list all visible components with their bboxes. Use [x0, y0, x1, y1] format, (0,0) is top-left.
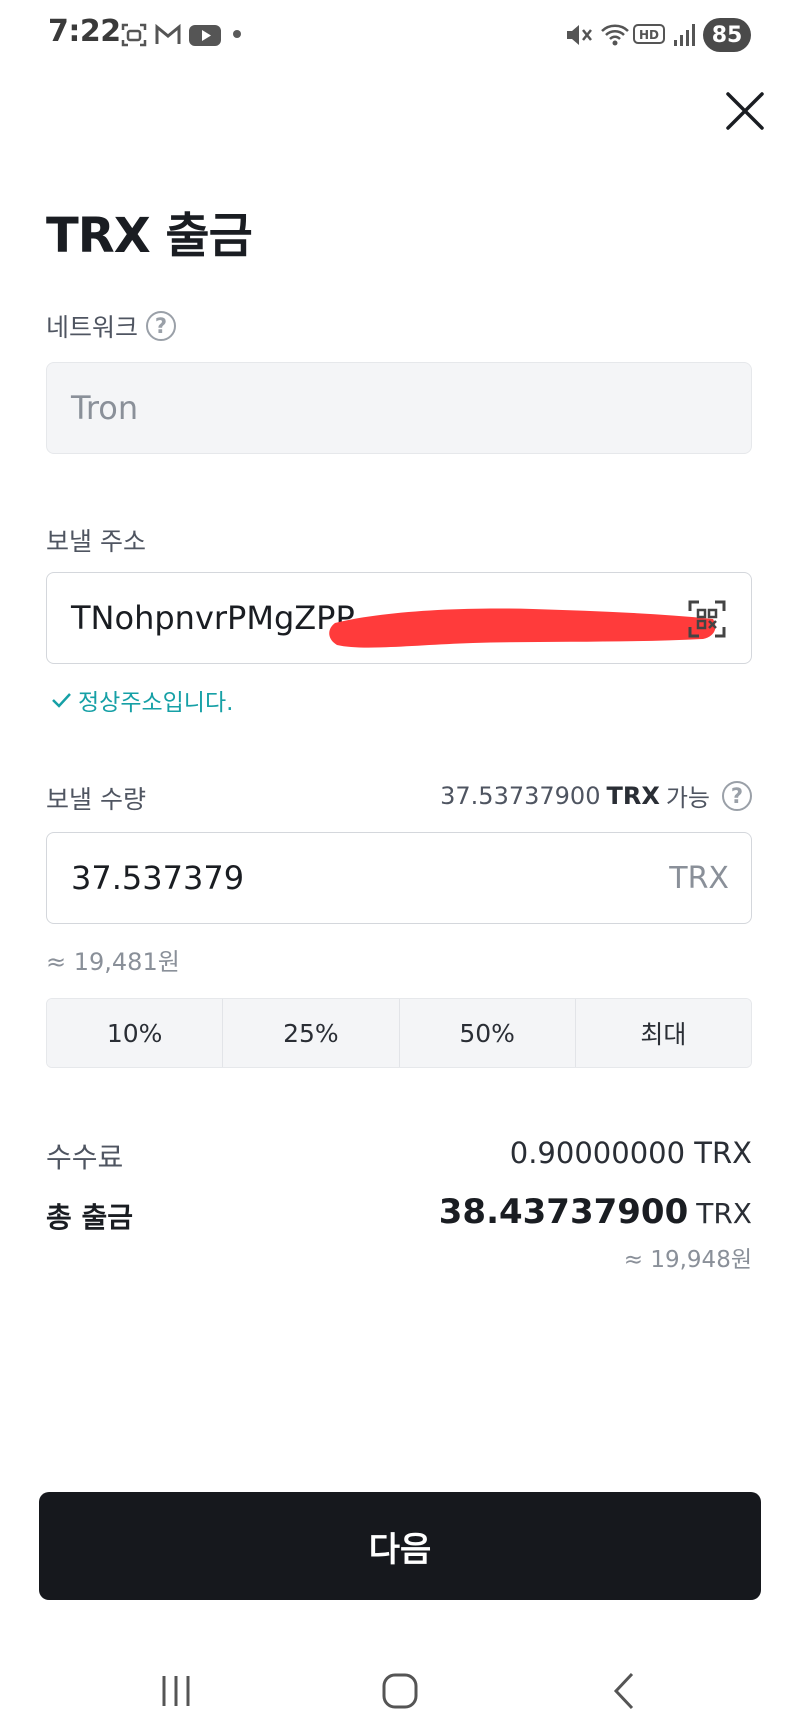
network-label-row: 네트워크 ? [46, 308, 177, 344]
network-label: 네트워크 [46, 313, 139, 342]
wifi-icon [601, 24, 629, 46]
percent-25-button[interactable]: 25% [223, 999, 400, 1067]
available-balance: 37.53737900 TRX 가능 ? [440, 778, 752, 813]
hd-voice-icon: HD [633, 24, 665, 44]
next-button[interactable]: 다음 [39, 1492, 761, 1600]
address-value: TNohpnvrPMgZPP [71, 599, 355, 637]
close-icon[interactable] [720, 86, 770, 136]
amount-label: 보낼 수량 [46, 785, 146, 814]
percent-button-group: 10% 25% 50% 최대 [46, 998, 752, 1068]
address-label: 보낼 주소 [46, 527, 146, 556]
status-time: 7:22 [48, 14, 121, 49]
available-unit: TRX [606, 781, 660, 810]
notification-dot-icon [233, 30, 241, 38]
qr-scan-icon[interactable] [687, 599, 727, 639]
percent-10-button[interactable]: 10% [47, 999, 224, 1067]
home-icon[interactable] [380, 1666, 420, 1716]
battery-indicator: 85 [703, 18, 751, 52]
amount-value: 37.537379 [71, 859, 245, 897]
available-suffix: 가능 [665, 784, 710, 812]
svg-text:HD: HD [639, 28, 659, 42]
amount-krw-estimate: ≈ 19,481원 [46, 948, 180, 976]
gmail-icon [155, 23, 181, 44]
max-button[interactable]: 최대 [575, 999, 751, 1067]
mute-icon [567, 25, 592, 45]
network-value: Tron [71, 389, 139, 427]
total-value: 38.43737900 TRX [439, 1192, 752, 1232]
recent-apps-icon[interactable] [158, 1666, 194, 1716]
amount-input[interactable]: 37.537379 TRX [46, 832, 752, 924]
percent-50-button[interactable]: 50% [399, 999, 576, 1067]
check-icon [52, 693, 71, 708]
amount-unit: TRX [669, 861, 729, 896]
youtube-icon [189, 25, 221, 46]
available-help-icon[interactable]: ? [722, 780, 752, 811]
address-valid-hint: 정상주소입니다. [50, 683, 233, 717]
status-bar: 7:22 HD 85 [0, 0, 800, 72]
signal-icon [674, 24, 695, 46]
address-valid-text: 정상주소입니다. [78, 690, 234, 716]
network-field: Tron [46, 362, 752, 454]
total-unit: TRX [696, 1197, 752, 1230]
back-icon[interactable] [610, 1666, 640, 1716]
total-krw-estimate: ≈ 19,948원 [623, 1247, 752, 1273]
address-input[interactable]: TNohpnvrPMgZPP [46, 572, 752, 664]
total-amount: 38.43737900 [438, 1192, 689, 1232]
page-title: TRX 출금 [46, 208, 253, 264]
available-amount: 37.53737900 [440, 781, 601, 810]
address-redaction-mark [329, 608, 716, 648]
total-label: 총 출금 [46, 1201, 134, 1234]
fee-value: 0.90000000 TRX [509, 1136, 752, 1170]
screenshot-icon [121, 23, 147, 47]
fee-label: 수수료 [46, 1141, 124, 1174]
network-help-icon[interactable]: ? [146, 311, 177, 341]
